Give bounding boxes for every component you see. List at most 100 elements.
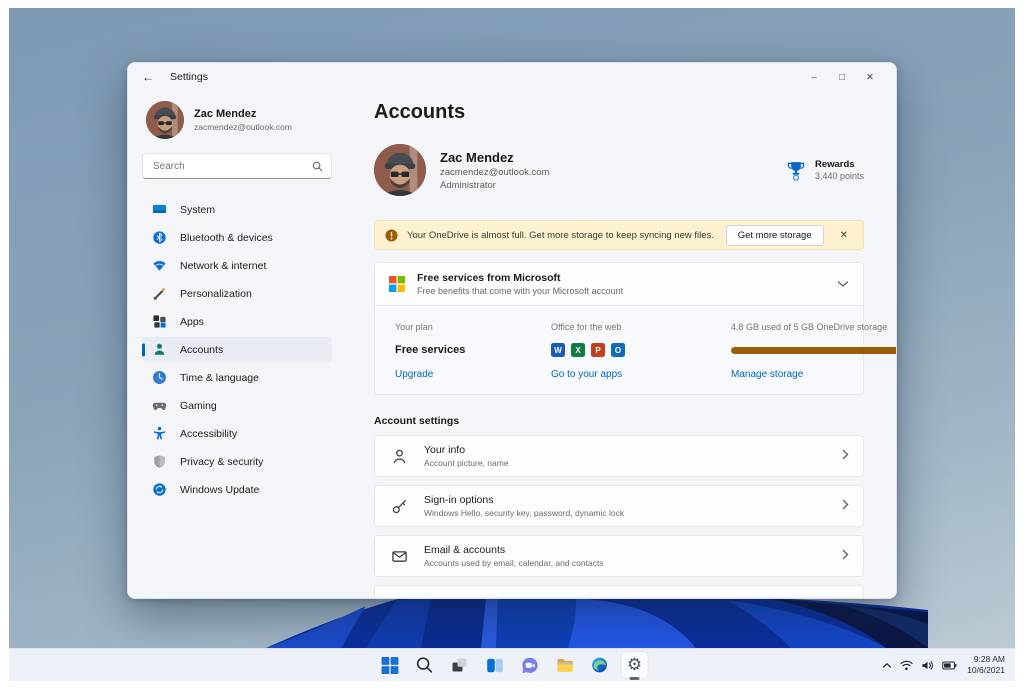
sidebar-item-label: Privacy & security: [180, 455, 264, 468]
taskbar: ⚙ 9:28 AM 10/6/2021: [9, 648, 1015, 681]
minimize-button[interactable]: –: [800, 72, 828, 83]
account-settings-header: Account settings: [374, 415, 460, 427]
main-content: Accounts Zac Mendez zacmendez@outlook.co…: [346, 91, 896, 598]
search-icon: [312, 161, 323, 172]
banner-message: Your OneDrive is almost full. Get more s…: [407, 229, 714, 241]
your-info-card[interactable]: Your info Account picture, name: [374, 435, 864, 477]
storage-column: 4.8 GB used of 5 GB OneDrive storage Man…: [731, 322, 896, 380]
go-to-your-apps-link[interactable]: Go to your apps: [551, 369, 723, 380]
rewards-label: Rewards: [814, 159, 855, 170]
desktop: ← Settings – □ ✕ Zac Mendez zacmendez@ou…: [9, 8, 1015, 681]
sidebar-item-label: Gaming: [180, 399, 217, 412]
card-title: Sign-in options: [424, 494, 494, 506]
privacy-shield-icon: [152, 454, 167, 469]
sidebar-item-privacy[interactable]: Privacy & security: [142, 449, 332, 474]
storage-progress-fill: [731, 346, 896, 354]
back-icon[interactable]: ←: [142, 70, 162, 84]
sign-in-options-card[interactable]: Sign-in options Windows Hello, security …: [374, 485, 864, 527]
chevron-down-icon: [837, 275, 849, 293]
sidebar-item-accessibility[interactable]: Accessibility: [142, 421, 332, 446]
manage-storage-link[interactable]: Manage storage: [731, 369, 896, 380]
sidebar: Zac Mendez zacmendez@outlook.com System: [128, 91, 346, 598]
plan-value: Free services: [395, 344, 466, 356]
free-services-expander[interactable]: Free services from Microsoft Free benefi…: [374, 262, 864, 306]
personalization-icon: [152, 286, 167, 301]
banner-close-icon[interactable]: ✕: [833, 230, 855, 241]
sidebar-item-windows-update[interactable]: Windows Update: [142, 477, 332, 502]
tray-volume-icon[interactable]: [921, 660, 934, 671]
sidebar-item-network[interactable]: Network & internet: [142, 253, 332, 278]
upgrade-link[interactable]: Upgrade: [395, 369, 543, 380]
settings-window: ← Settings – □ ✕ Zac Mendez zacmendez@ou…: [127, 62, 897, 599]
chevron-right-icon: [842, 447, 849, 465]
card-subtitle: Windows Hello, security key, password, d…: [424, 508, 625, 518]
time-language-icon: [152, 370, 167, 385]
avatar: [146, 101, 184, 139]
tray-time: 9:28 AM: [973, 653, 1005, 664]
sidebar-nav: System Bluetooth & devices Network & int…: [142, 197, 332, 502]
free-services-subtitle: Free benefits that come with your Micros…: [417, 286, 624, 296]
start-button[interactable]: [377, 652, 403, 678]
powerpoint-icon: P: [591, 343, 605, 357]
network-icon: [152, 258, 167, 273]
search-input[interactable]: [153, 160, 312, 172]
sidebar-item-label: System: [180, 203, 216, 216]
widgets-icon[interactable]: [482, 652, 508, 678]
tray-chevron-up-icon[interactable]: [882, 662, 892, 669]
sidebar-item-label: Personalization: [180, 287, 252, 300]
storage-label: 4.8 GB used of 5 GB OneDrive storage: [731, 322, 888, 332]
sidebar-item-bluetooth[interactable]: Bluetooth & devices: [142, 225, 332, 250]
free-services-title: Free services from Microsoft: [417, 272, 561, 284]
sidebar-item-apps[interactable]: Apps: [142, 309, 332, 334]
excel-icon: X: [571, 343, 585, 357]
task-view-icon[interactable]: [447, 652, 473, 678]
sidebar-item-system[interactable]: System: [142, 197, 332, 222]
account-name: Zac Mendez: [440, 149, 514, 165]
windows-update-icon: [152, 482, 167, 497]
card-title: Your info: [424, 444, 466, 456]
tray-battery-icon[interactable]: [942, 661, 957, 670]
maximize-button[interactable]: □: [828, 72, 856, 83]
gaming-icon: [152, 398, 167, 413]
partial-card: [374, 585, 864, 597]
bluetooth-icon: [152, 230, 167, 245]
page-title: Accounts: [374, 101, 466, 123]
titlebar: ← Settings – □ ✕: [128, 63, 896, 91]
rewards-points: 3,440 points: [814, 171, 864, 181]
get-more-storage-button[interactable]: Get more storage: [725, 224, 824, 246]
sidebar-item-label: Network & internet: [180, 259, 267, 272]
storage-progress-bar: [731, 346, 896, 354]
sidebar-profile-name: Zac Mendez: [194, 108, 257, 120]
system-icon: [152, 202, 167, 217]
chevron-right-icon: [842, 497, 849, 515]
onedrive-warning-banner: Your OneDrive is almost full. Get more s…: [374, 220, 864, 250]
tray-clock[interactable]: 9:28 AM 10/6/2021: [967, 654, 1005, 677]
apps-icon: [152, 314, 167, 329]
tray-wifi-icon[interactable]: [900, 660, 913, 671]
search-box[interactable]: [142, 153, 332, 179]
email-accounts-card[interactable]: Email & accounts Accounts used by email,…: [374, 535, 864, 577]
tray-date: 10/6/2021: [967, 665, 1005, 675]
sidebar-item-personalization[interactable]: Personalization: [142, 281, 332, 306]
rewards-block[interactable]: Rewards 3,440 points: [785, 159, 864, 181]
edge-icon[interactable]: [587, 652, 613, 678]
office-column: Office for the web W X P O Go to your ap…: [551, 322, 723, 380]
close-button[interactable]: ✕: [856, 72, 884, 83]
word-icon: W: [551, 343, 565, 357]
sidebar-item-label: Apps: [180, 315, 204, 328]
taskbar-search-icon[interactable]: [412, 652, 438, 678]
chat-icon[interactable]: [517, 652, 543, 678]
avatar: [374, 144, 426, 196]
account-role: Administrator: [440, 179, 496, 191]
sidebar-item-accounts[interactable]: Accounts: [142, 337, 332, 362]
sidebar-profile[interactable]: Zac Mendez zacmendez@outlook.com: [142, 95, 332, 153]
sidebar-item-gaming[interactable]: Gaming: [142, 393, 332, 418]
sidebar-item-time-language[interactable]: Time & language: [142, 365, 332, 390]
sidebar-item-label: Windows Update: [180, 483, 260, 496]
file-explorer-icon[interactable]: [552, 652, 578, 678]
plan-column: Your plan Free services Upgrade: [395, 322, 543, 380]
taskbar-settings-icon[interactable]: ⚙: [621, 652, 648, 678]
card-subtitle: Accounts used by email, calendar, and co…: [424, 558, 604, 568]
rewards-trophy-icon: [785, 160, 807, 181]
account-email: zacmendez@outlook.com: [440, 166, 550, 178]
